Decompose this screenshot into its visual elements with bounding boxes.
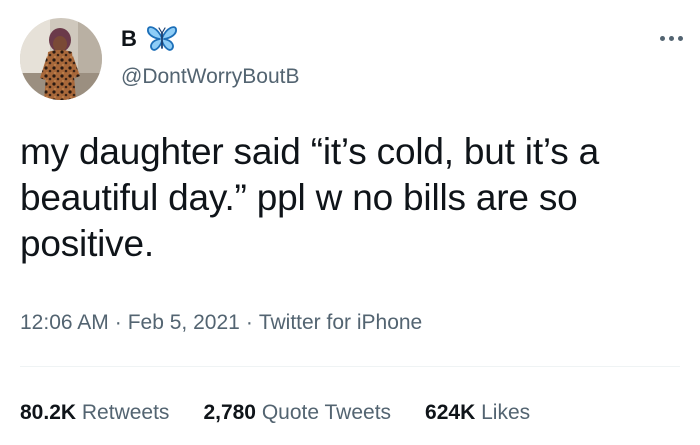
meta-separator: · bbox=[245, 311, 253, 334]
tweet-source[interactable]: Twitter for iPhone bbox=[259, 311, 422, 334]
likes-label: Likes bbox=[481, 401, 531, 424]
quote-tweets-count: 2,780 bbox=[203, 401, 256, 424]
meta-separator: · bbox=[114, 311, 122, 334]
likes-stat[interactable]: 624K Likes bbox=[425, 399, 530, 427]
tweet-card: B @DontWorryBoutB my daughter said “it’s… bbox=[0, 0, 700, 445]
dot bbox=[668, 35, 674, 41]
quote-tweets-label: Quote Tweets bbox=[261, 401, 392, 424]
tweet-text: my daughter said “it’s cold, but it’s a … bbox=[20, 131, 600, 264]
tweet-meta: 12:06 AM · Feb 5, 2021 · Twitter for iPhone bbox=[20, 309, 422, 337]
dot bbox=[659, 35, 665, 41]
divider bbox=[20, 366, 680, 367]
display-name[interactable]: B bbox=[121, 24, 179, 54]
display-name-text: B bbox=[121, 26, 137, 51]
tweet-time[interactable]: 12:06 AM bbox=[20, 311, 109, 334]
avatar-photo bbox=[20, 18, 102, 100]
retweets-count: 80.2K bbox=[20, 401, 77, 424]
avatar[interactable] bbox=[20, 18, 102, 100]
more-options-icon[interactable] bbox=[654, 28, 688, 48]
retweets-label: Retweets bbox=[81, 401, 170, 424]
tweet-stats: 80.2K Retweets 2,780 Quote Tweets 624K L… bbox=[20, 399, 564, 427]
tweet-date[interactable]: Feb 5, 2021 bbox=[128, 311, 240, 334]
retweets-stat[interactable]: 80.2K Retweets bbox=[20, 399, 169, 427]
quote-tweets-stat[interactable]: 2,780 Quote Tweets bbox=[203, 399, 391, 427]
butterfly-icon bbox=[145, 24, 179, 54]
likes-count: 624K bbox=[425, 401, 476, 424]
user-handle[interactable]: @DontWorryBoutB bbox=[121, 64, 300, 90]
dot bbox=[677, 35, 683, 41]
